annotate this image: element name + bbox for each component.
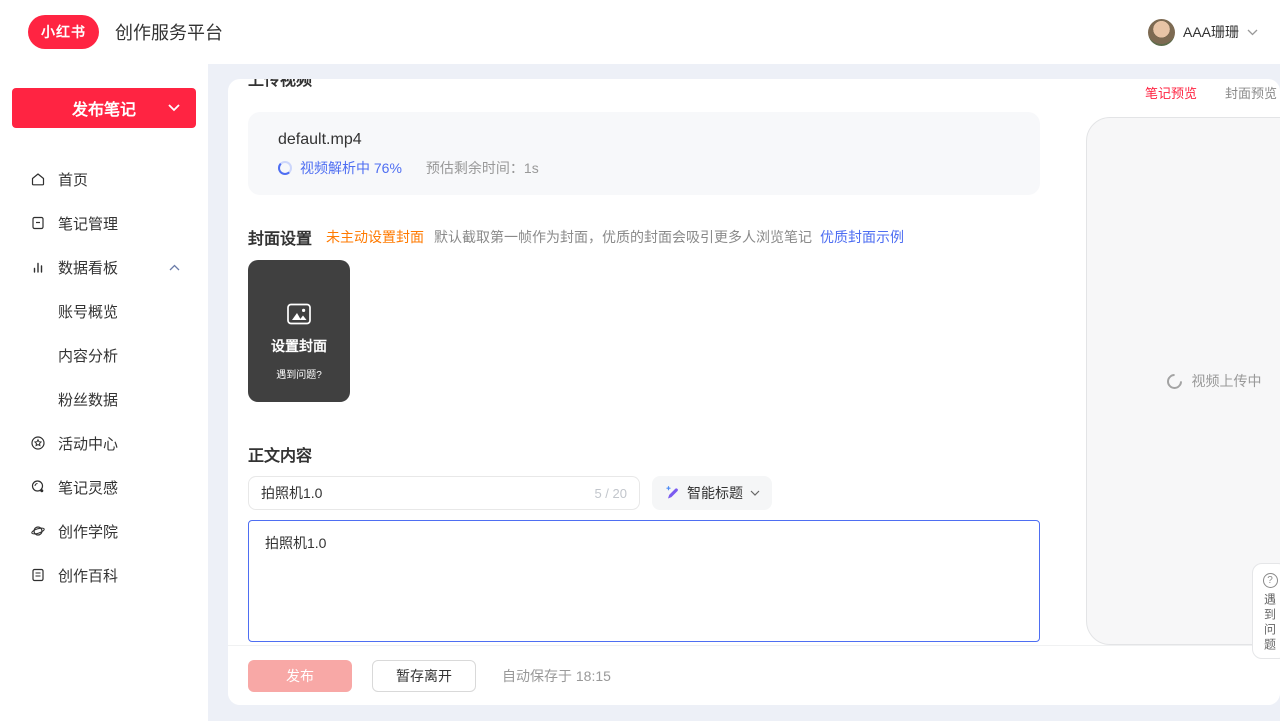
xiaohongshu-logo: 小红书 — [28, 15, 99, 49]
autosave-status: 自动保存于 18:15 — [502, 666, 611, 686]
parsing-status: 视频解析中 76% — [300, 158, 402, 178]
main-content: 上传视频 default.mp4 视频解析中 76% 预估剩余时间：1s 封面设… — [228, 79, 1280, 705]
sidebar-item-data-dashboard[interactable]: 数据看板 — [0, 245, 208, 289]
sidebar-item-label: 内容分析 — [58, 345, 118, 366]
preview-tabs: 笔记预览 封面预览 — [1145, 79, 1277, 105]
title-input[interactable] — [261, 485, 586, 501]
chevron-down-icon — [750, 490, 760, 497]
page-title: 创作服务平台 — [115, 19, 223, 45]
sidebar-item-label: 粉丝数据 — [58, 389, 118, 410]
note-icon — [30, 215, 46, 231]
chevron-down-icon — [1247, 29, 1258, 36]
sidebar-item-creator-academy[interactable]: 创作学院 — [0, 509, 208, 553]
feedback-label: 遇到问题 — [1262, 593, 1279, 653]
app: 小红书 创作服务平台 AAA珊珊 发布笔记 首页 — [0, 0, 1280, 721]
sidebar-item-fans-data[interactable]: 粉丝数据 — [0, 377, 208, 421]
activity-star-icon — [30, 435, 46, 451]
smart-title-label: 智能标题 — [687, 483, 743, 503]
publish-note-button[interactable]: 发布笔记 — [12, 88, 196, 128]
feedback-button[interactable]: ? 遇到问题 — [1252, 563, 1280, 659]
sidebar-item-label: 账号概览 — [58, 301, 118, 322]
action-bar: 发布 暂存离开 自动保存于 18:15 — [228, 645, 1280, 705]
home-icon — [30, 171, 46, 187]
chevron-down-icon — [168, 104, 180, 112]
sidebar-item-home[interactable]: 首页 — [0, 157, 208, 201]
publish-button[interactable]: 发布 — [248, 660, 352, 692]
sidebar-item-label: 活动中心 — [58, 433, 118, 454]
image-icon — [286, 302, 312, 326]
upload-status-card: default.mp4 视频解析中 76% 预估剩余时间：1s — [248, 112, 1040, 195]
body-textarea[interactable]: 拍照机1.0 — [248, 520, 1040, 642]
sidebar-item-label: 数据看板 — [58, 257, 118, 278]
cover-description: 默认截取第一帧作为封面，优质的封面会吸引更多人浏览笔记 — [434, 227, 812, 247]
inspiration-icon — [30, 479, 46, 495]
body-section-heading: 正文内容 — [248, 442, 312, 466]
sidebar-item-label: 创作百科 — [58, 565, 118, 586]
title-input-wrapper: 5 / 20 — [248, 476, 640, 510]
wiki-icon — [30, 567, 46, 583]
loading-spinner-icon — [278, 161, 292, 175]
save-and-leave-button[interactable]: 暂存离开 — [372, 660, 476, 692]
uploading-text: 视频上传中 — [1192, 371, 1262, 391]
cover-warning: 未主动设置封面 — [326, 227, 424, 247]
set-cover-label: 设置封面 — [271, 336, 327, 356]
user-menu[interactable]: AAA珊珊 — [1148, 19, 1258, 46]
set-cover-button[interactable]: 设置封面 遇到问题? — [248, 260, 350, 402]
note-preview-panel: 视频上传中 — [1086, 117, 1280, 645]
sidebar-item-note-management[interactable]: 笔记管理 — [0, 201, 208, 245]
sidebar-nav: 首页 笔记管理 数据看板 账号概览 内容分析 — [0, 157, 208, 597]
eta-text: 预估剩余时间：1s — [426, 158, 539, 178]
tab-note-preview[interactable]: 笔记预览 — [1145, 83, 1197, 102]
cover-example-link[interactable]: 优质封面示例 — [820, 227, 904, 247]
sidebar: 发布笔记 首页 笔记管理 数据看板 — [0, 64, 208, 721]
publish-note-label: 发布笔记 — [72, 96, 136, 120]
chevron-up-icon — [169, 264, 180, 271]
sidebar-item-creator-wiki[interactable]: 创作百科 — [0, 553, 208, 597]
sidebar-item-activity-center[interactable]: 活动中心 — [0, 421, 208, 465]
sidebar-item-label: 创作学院 — [58, 521, 118, 542]
avatar[interactable] — [1148, 19, 1175, 46]
title-char-counter: 5 / 20 — [594, 486, 627, 501]
header: 小红书 创作服务平台 AAA珊珊 — [0, 0, 1280, 64]
magic-pen-icon — [664, 485, 680, 501]
cover-help-link[interactable]: 遇到问题? — [276, 366, 322, 381]
video-filename: default.mp4 — [278, 131, 1010, 149]
sidebar-item-label: 笔记灵感 — [58, 477, 118, 498]
sidebar-item-label: 笔记管理 — [58, 213, 118, 234]
uploading-spinner-icon — [1163, 370, 1184, 391]
cover-section-heading: 封面设置 — [248, 225, 312, 249]
tab-cover-preview[interactable]: 封面预览 — [1225, 83, 1277, 102]
sidebar-item-content-analysis[interactable]: 内容分析 — [0, 333, 208, 377]
question-icon: ? — [1263, 573, 1278, 588]
bar-chart-icon — [30, 259, 46, 275]
sidebar-item-note-inspiration[interactable]: 笔记灵感 — [0, 465, 208, 509]
sidebar-item-label: 首页 — [58, 169, 88, 190]
upload-section-title: 上传视频 — [248, 79, 312, 90]
smart-title-button[interactable]: 智能标题 — [652, 476, 772, 510]
planet-icon — [30, 523, 46, 539]
sidebar-item-account-overview[interactable]: 账号概览 — [0, 289, 208, 333]
user-name: AAA珊珊 — [1183, 22, 1239, 42]
